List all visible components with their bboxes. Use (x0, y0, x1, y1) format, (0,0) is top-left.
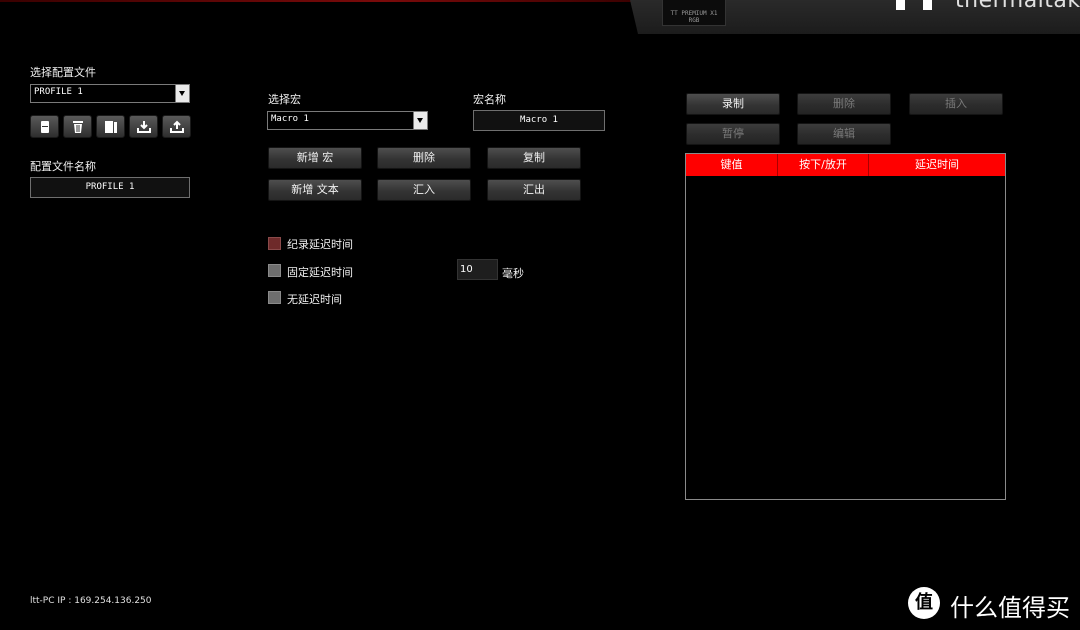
no-delay-label: 无延迟时间 (287, 293, 342, 306)
new-icon (41, 121, 49, 133)
record-delay-checkbox[interactable] (268, 237, 281, 250)
profile-dropdown-value: PROFILE 1 (34, 87, 83, 97)
new-macro-button[interactable]: 新增 宏 (268, 147, 362, 169)
macro-select-label: 选择宏 (268, 93, 301, 106)
copy-macro-button[interactable]: 复制 (487, 147, 581, 169)
device-badge: TT PREMIUM X1 RGB (662, 0, 726, 26)
import-profile-button[interactable] (129, 115, 158, 138)
delete-macro-button[interactable]: 删除 (377, 147, 471, 169)
export-macro-button[interactable]: 汇出 (487, 179, 581, 201)
record-button[interactable]: 录制 (686, 93, 780, 115)
profile-dropdown[interactable]: PROFILE 1 (30, 84, 190, 103)
column-key: 键值 (720, 158, 743, 171)
import-icon (137, 121, 151, 133)
macro-name-label: 宏名称 (473, 93, 506, 106)
export-profile-button[interactable] (162, 115, 191, 138)
top-accent-line (0, 0, 640, 2)
copy-profile-button[interactable] (96, 115, 125, 138)
import-macro-button[interactable]: 汇入 (377, 179, 471, 201)
macro-name-input[interactable]: Macro 1 (473, 110, 605, 131)
new-text-button[interactable]: 新增 文本 (268, 179, 362, 201)
macro-events-table[interactable]: 键值 按下/放开 延迟时间 (685, 153, 1006, 500)
insert-event-button[interactable]: 插入 (909, 93, 1003, 115)
profile-name-label: 配置文件名称 (30, 160, 96, 173)
brand-name: thermaltake (955, 0, 1080, 13)
device-badge-line2: RGB (688, 17, 700, 24)
delete-event-button[interactable]: 删除 (797, 93, 891, 115)
new-profile-button[interactable] (30, 115, 59, 138)
no-delay-checkbox[interactable] (268, 291, 281, 304)
ip-address: ltt-PC IP : 169.254.136.250 (30, 596, 152, 606)
column-press-release: 按下/放开 (799, 158, 847, 171)
pause-button[interactable]: 暂停 (686, 123, 780, 145)
brand-logo-icon (896, 0, 932, 10)
edit-event-button[interactable]: 编辑 (797, 123, 891, 145)
watermark-text: 什么值得买 (950, 594, 1070, 622)
table-header: 键值 按下/放开 延迟时间 (686, 154, 1005, 176)
macro-dropdown-value: Macro 1 (271, 114, 309, 124)
trash-icon (73, 121, 83, 133)
column-delay: 延迟时间 (915, 158, 959, 171)
fixed-delay-input[interactable]: 10 (457, 259, 498, 280)
chevron-down-icon[interactable] (175, 85, 189, 102)
chevron-down-icon[interactable] (413, 112, 427, 129)
fixed-delay-checkbox[interactable] (268, 264, 281, 277)
profile-select-label: 选择配置文件 (30, 66, 96, 79)
watermark-logo-icon (908, 587, 940, 619)
fixed-delay-label: 固定延迟时间 (287, 266, 353, 279)
profile-name-input[interactable]: PROFILE 1 (30, 177, 190, 198)
device-badge-line1: TT PREMIUM X1 (670, 10, 718, 17)
macro-dropdown[interactable]: Macro 1 (267, 111, 428, 130)
fixed-delay-unit: 毫秒 (502, 267, 524, 280)
copy-icon (105, 121, 117, 133)
record-delay-label: 纪录延迟时间 (287, 238, 353, 251)
export-icon (170, 120, 184, 133)
delete-profile-button[interactable] (63, 115, 92, 138)
